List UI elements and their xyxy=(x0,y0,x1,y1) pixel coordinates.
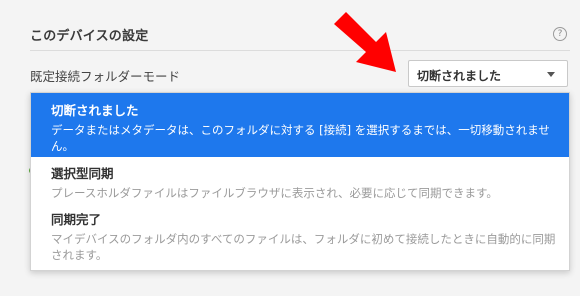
option-description: マイデバイスのフォルダ内のすべてのファイルは、フォルダに初めて接続したときに自動… xyxy=(51,232,556,262)
section-divider xyxy=(30,50,570,51)
red-arrow-annotation xyxy=(334,12,396,72)
default-connection-mode-label: 既定接続フォルダーモード xyxy=(30,69,181,84)
option-selective-sync[interactable]: 選択型同期 プレースホルダファイルはファイルブラウザに表示され、必要に応じて同期… xyxy=(31,163,569,205)
red-arrow-shape xyxy=(334,12,396,72)
section-title: このデバイスの設定 xyxy=(30,29,149,44)
chevron-down-icon xyxy=(547,72,555,77)
option-description: データまたはメタデータは、このフォルダに対する [接続] を選択するまでは、一切… xyxy=(51,123,550,153)
option-title: 同期完了 xyxy=(51,212,102,227)
default-connection-mode-select[interactable]: 切断されました xyxy=(408,60,568,87)
option-title: 切断されました xyxy=(51,103,139,118)
option-title: 選択型同期 xyxy=(51,166,114,181)
help-icon[interactable]: ? xyxy=(553,27,567,41)
option-full-sync[interactable]: 同期完了 マイデバイスのフォルダ内のすべてのファイルは、フォルダに初めて接続した… xyxy=(31,209,569,269)
option-disconnected[interactable]: 切断されました データまたはメタデータは、このフォルダに対する [接続] を選択… xyxy=(31,93,569,157)
device-settings-panel: このデバイスの設定 ? 既定接続フォルダーモード 切断されました 切断されました… xyxy=(0,0,580,296)
select-current-value: 切断されました xyxy=(417,69,502,83)
connection-mode-dropdown: 切断されました データまたはメタデータは、このフォルダに対する [接続] を選択… xyxy=(30,92,570,271)
option-description: プレースホルダファイルはファイルブラウザに表示され、必要に応じて同期できます。 xyxy=(51,186,498,200)
